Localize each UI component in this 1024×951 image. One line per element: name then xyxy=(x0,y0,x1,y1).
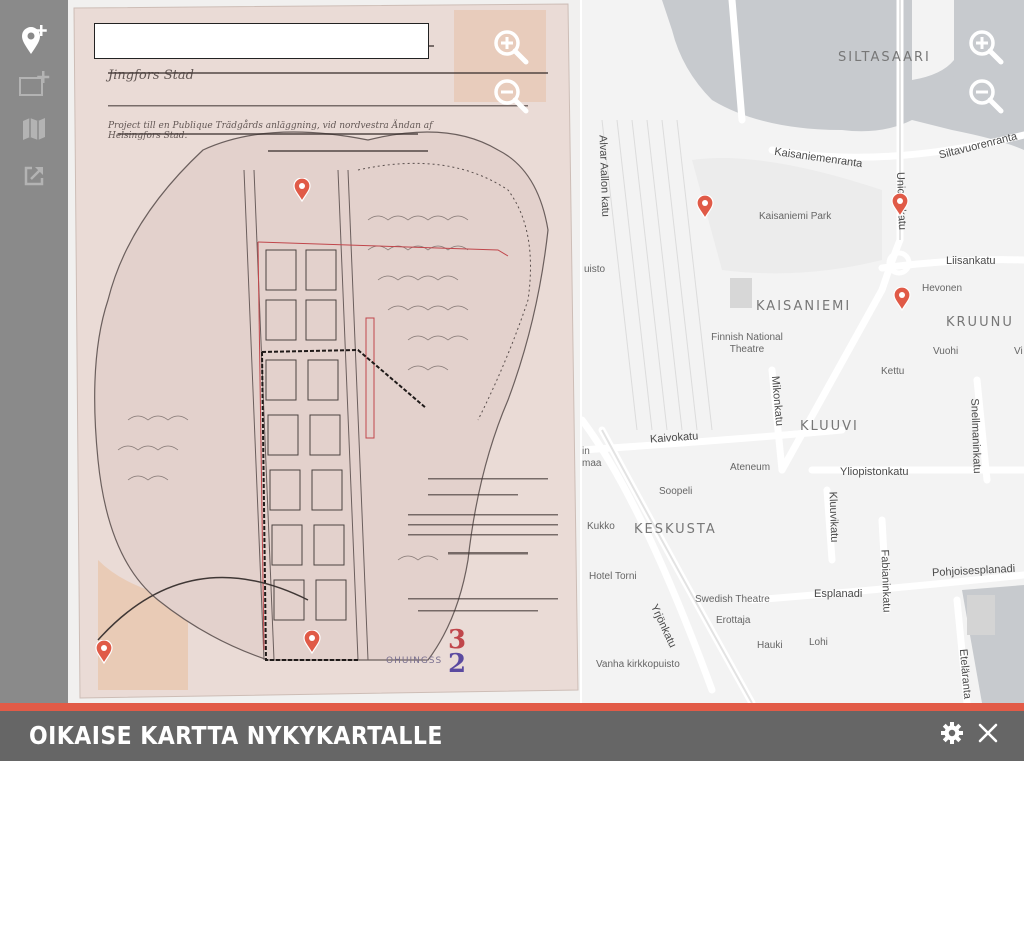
close-button[interactable] xyxy=(974,721,1002,749)
map-book-button[interactable] xyxy=(16,111,52,147)
place-label: Kaisaniemi Park xyxy=(759,211,832,222)
left-toolbar xyxy=(0,0,68,703)
historic-zoom-out-button[interactable] xyxy=(492,77,530,115)
place-label: Vanha kirkkopuisto xyxy=(596,659,680,670)
map-marker-plus-icon xyxy=(19,24,49,56)
place-label: Hauki xyxy=(757,640,783,651)
zoom-out-icon xyxy=(967,77,1005,115)
historic-map-title: Plan af den fö haftade Ulisaniemi Hagen … xyxy=(108,50,488,141)
title-bar: OIKAISE KARTTA NYKYKARTALLE xyxy=(0,711,1024,761)
place-label: Hotel Torni xyxy=(589,571,637,582)
page-title: OIKAISE KARTTA NYKYKARTALLE xyxy=(29,721,443,750)
street-label: Esplanadi xyxy=(814,588,863,600)
search-input[interactable] xyxy=(94,23,429,59)
add-place-button[interactable] xyxy=(16,22,52,58)
street-label: Yliopistonkatu xyxy=(840,466,909,478)
place-label: in maa xyxy=(582,446,602,469)
street-label: Liisankatu xyxy=(946,255,996,267)
place-label: Lohi xyxy=(809,637,828,648)
street-label: Snellmaninkatu xyxy=(968,398,983,474)
map-marker-icon xyxy=(303,630,321,654)
historic-map-sheet-label: OHUINGSS xyxy=(386,656,443,666)
district-label: SILTASAARI xyxy=(838,50,931,65)
modern-zoom-out-button[interactable] xyxy=(967,77,1005,115)
modern-map-marker[interactable] xyxy=(893,287,911,311)
district-label: KAISANIEMI xyxy=(756,299,852,314)
place-label: Kukko xyxy=(587,521,615,532)
map-marker-icon xyxy=(891,193,909,217)
historic-map-marker[interactable] xyxy=(95,640,113,664)
gear-icon xyxy=(940,721,964,749)
modern-map-marker[interactable] xyxy=(891,193,909,217)
modern-map-marker[interactable] xyxy=(696,195,714,219)
place-label: Erottaja xyxy=(716,615,751,626)
historic-map-title-line-3: Project till en Publique Trädgårds anläg… xyxy=(108,121,433,141)
place-label: Ateneum xyxy=(730,462,771,473)
stamp-number-bottom: 2 xyxy=(448,649,467,679)
place-label: Finnish National Theatre xyxy=(711,332,783,355)
place-label: Vuohi xyxy=(933,346,959,357)
district-label: KESKUSTA xyxy=(634,522,717,537)
settings-button[interactable] xyxy=(938,721,966,749)
place-label: Hevonen xyxy=(922,283,963,294)
map-marker-icon xyxy=(893,287,911,311)
place-label: Soopeli xyxy=(659,486,693,497)
close-icon xyxy=(978,723,998,747)
zoom-out-icon xyxy=(492,77,530,115)
map-marker-icon xyxy=(696,195,714,219)
place-label: Swedish Theatre xyxy=(695,594,770,605)
historic-map-pane[interactable]: Plan af den fö haftade Ulisaniemi Hagen … xyxy=(68,0,580,703)
modern-map-pane[interactable]: SILTASAARI KAISANIEMI KRUUNU KLUUVI KESK… xyxy=(582,0,1024,703)
zoom-in-icon xyxy=(492,28,530,66)
modern-zoom-in-button[interactable] xyxy=(967,28,1005,66)
place-label: uisto xyxy=(584,264,606,275)
external-link-icon xyxy=(23,165,45,187)
map-marker-icon xyxy=(95,640,113,664)
historic-map-title-line-2: Jingfors Stad xyxy=(108,68,194,83)
share-button[interactable] xyxy=(16,158,52,194)
historic-map-marker[interactable] xyxy=(303,630,321,654)
map-rectifier-app: Plan af den fö haftade Ulisaniemi Hagen … xyxy=(0,0,1024,951)
historic-map-stamp: 3 2 xyxy=(448,627,467,679)
district-label: KLUUVI xyxy=(800,419,859,434)
zoom-in-icon xyxy=(967,28,1005,66)
district-label: KRUUNU xyxy=(946,315,1014,330)
window-plus-icon xyxy=(18,70,50,98)
map-marker-icon xyxy=(293,178,311,202)
street-label: Kluuvikatu xyxy=(826,491,841,543)
map-icon xyxy=(21,117,47,141)
place-label: Kettu xyxy=(881,366,905,377)
place-label: Vi xyxy=(1014,346,1023,357)
add-layer-button[interactable] xyxy=(16,66,52,102)
accent-stripe xyxy=(0,703,1024,711)
historic-zoom-in-button[interactable] xyxy=(492,28,530,66)
historic-map-marker[interactable] xyxy=(293,178,311,202)
street-label: Fabianinkatu xyxy=(878,549,893,613)
